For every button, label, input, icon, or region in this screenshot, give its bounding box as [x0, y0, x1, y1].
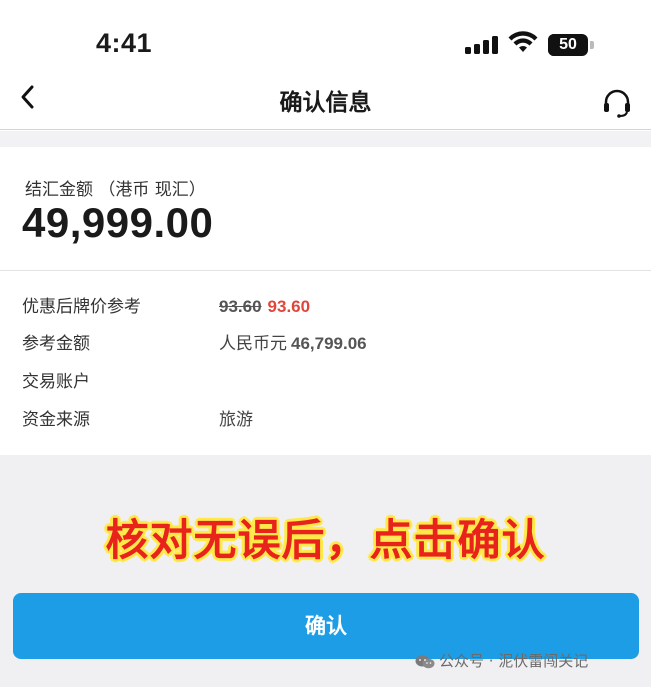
account-label: 交易账户: [22, 372, 90, 392]
battery-icon: 50: [548, 34, 588, 56]
info-row-account[interactable]: 交易账户: [0, 364, 651, 400]
battery-level: 50: [559, 36, 577, 53]
signal-icon: [465, 36, 499, 54]
source-value: 旅游: [219, 410, 253, 430]
amount-label: 结汇金额 （港币 现汇）: [25, 180, 206, 200]
ref-amount-currency: 人民币元: [219, 334, 287, 354]
section-divider: [0, 131, 651, 147]
watermark: 公众号 · 泥伏雷闯关记: [415, 650, 588, 672]
ref-amount-value: 人民币元 46,799.06: [219, 326, 367, 362]
source-label: 资金来源: [22, 410, 90, 430]
ref-amount-label: 参考金额: [22, 334, 90, 354]
wechat-icon: [415, 655, 435, 668]
annotation-text: 核对无误后，点击确认: [105, 516, 546, 566]
watermark-text: 公众号 · 泥伏雷闯关记: [439, 652, 589, 670]
amount-card: 结汇金额 （港币 现汇） 49,999.00: [0, 147, 651, 271]
status-bar: 4:41 50: [0, 0, 651, 80]
status-time: 4:41: [96, 28, 153, 58]
battery-cap: [590, 41, 594, 49]
rate-original: 93.60: [219, 297, 262, 316]
page-title: 确认信息: [279, 90, 372, 116]
headset-icon[interactable]: [600, 86, 634, 120]
info-row-source[interactable]: 资金来源 旅游: [0, 402, 651, 438]
ref-amount-number: 46,799.06: [291, 334, 367, 353]
nav-bar: 确认信息: [0, 80, 651, 130]
info-row-ref-amount: 参考金额 人民币元 46,799.06: [0, 326, 651, 362]
rate-discounted: 93.60: [267, 297, 311, 316]
info-row-rate: 优惠后牌价参考 93.60 93.60: [0, 289, 651, 325]
rate-label: 优惠后牌价参考: [22, 297, 141, 317]
wifi-icon: [508, 31, 538, 52]
amount-value: 49,999.00: [22, 199, 214, 246]
info-list: 优惠后牌价参考 93.60 93.60 参考金额 人民币元 46,799.06 交易…: [0, 272, 651, 455]
rate-value: 93.60 93.60: [219, 289, 310, 325]
